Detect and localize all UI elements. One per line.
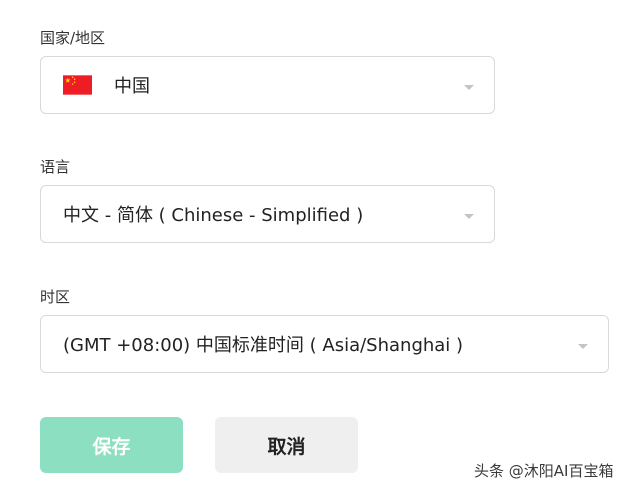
language-select[interactable]: 中文 - 简体 ( Chinese - Simplified ) [40,185,495,243]
save-button[interactable]: 保存 [40,417,183,473]
language-label: 语言 [40,158,71,176]
country-value: 中国 [114,76,150,97]
cancel-button[interactable]: 取消 [215,417,358,473]
timezone-value: (GMT +08:00) 中国标准时间 ( Asia/Shanghai ) [63,335,464,356]
timezone-label: 时区 [40,288,71,306]
country-select[interactable]: 中国 [40,56,495,114]
settings-form: 国家/地区 中国 语言 中文 - 简体 ( Chinese - Simplifi… [0,0,640,493]
chevron-down-icon [464,214,474,219]
language-value: 中文 - 简体 ( Chinese - Simplified ) [63,205,364,226]
chevron-down-icon [578,344,588,349]
chevron-down-icon [464,85,474,90]
country-label: 国家/地区 [40,29,106,47]
timezone-select[interactable]: (GMT +08:00) 中国标准时间 ( Asia/Shanghai ) [40,315,609,373]
china-flag-icon [63,75,92,95]
watermark-text: 头条 @沐阳AI百宝箱 [474,462,614,480]
